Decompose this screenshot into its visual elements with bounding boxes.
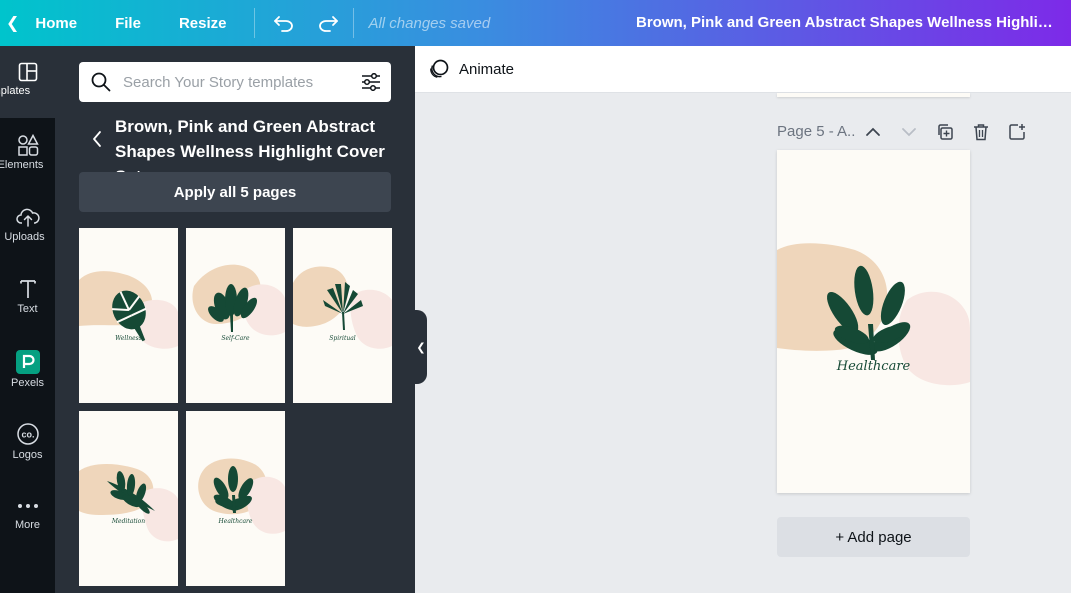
add-page-button[interactable]: + Add page xyxy=(777,517,970,557)
template-thumbnail-4[interactable]: Meditation xyxy=(79,411,178,586)
side-rail: Templates Elements Uploads Text Pexels c… xyxy=(0,46,55,593)
context-toolbar: Animate xyxy=(415,46,1071,93)
rail-label-uploads: Uploads xyxy=(4,231,45,243)
template-thumbnail-1[interactable]: Wellness xyxy=(79,228,178,403)
rail-label-logos: Logos xyxy=(12,449,43,461)
rail-label-templates: Templates xyxy=(0,85,31,97)
thumbnail-caption: Self-Care xyxy=(221,335,250,342)
filter-sliders-icon xyxy=(362,73,380,91)
duplicate-page-button[interactable] xyxy=(933,121,957,143)
home-button[interactable]: ❮ Home xyxy=(0,0,91,46)
design-page[interactable]: Healthcare xyxy=(777,150,970,493)
toolbar-divider xyxy=(254,8,256,38)
search-icon xyxy=(79,72,123,92)
redo-button[interactable] xyxy=(311,0,345,46)
rail-item-text[interactable]: Text xyxy=(0,278,55,342)
move-page-up-button[interactable] xyxy=(861,121,885,143)
toolbar-divider xyxy=(353,8,355,38)
collapse-panel-button[interactable]: ❮ xyxy=(415,310,427,384)
undo-icon xyxy=(274,16,294,32)
redo-icon xyxy=(319,16,339,32)
rail-label-more: More xyxy=(14,519,41,531)
pexels-icon xyxy=(15,350,40,374)
thumbnail-caption: Meditation xyxy=(111,518,146,525)
rail-item-templates[interactable]: Templates xyxy=(0,46,55,118)
logos-icon: co. xyxy=(16,423,39,445)
rail-label-elements: Elements xyxy=(0,159,44,171)
apply-all-pages-button[interactable]: Apply all 5 pages xyxy=(79,172,391,212)
design-title[interactable]: Brown, Pink and Green Abstract Shapes We… xyxy=(636,0,1056,46)
undo-button[interactable] xyxy=(267,0,301,46)
template-search-input[interactable] xyxy=(123,73,351,91)
thumbnail-caption: Spiritual xyxy=(329,335,356,342)
top-bar: ❮ Home File Resize All changes saved Bro… xyxy=(0,0,1071,46)
template-thumbnail-2[interactable]: Self-Care xyxy=(186,228,285,403)
trash-icon xyxy=(974,124,988,141)
delete-page-button[interactable] xyxy=(969,121,993,143)
elements-icon xyxy=(17,134,39,156)
template-thumbnail-3[interactable]: Spiritual xyxy=(293,228,392,403)
previous-page-edge[interactable] xyxy=(777,93,970,97)
rail-label-text: Text xyxy=(17,303,38,315)
rail-item-uploads[interactable]: Uploads xyxy=(0,206,55,270)
chevron-left-icon: ❮ xyxy=(6,15,20,32)
rail-item-elements[interactable]: Elements xyxy=(0,134,55,198)
more-icon xyxy=(17,504,38,508)
text-icon xyxy=(19,280,36,298)
add-page-after-button[interactable] xyxy=(1005,121,1029,143)
template-search-box[interactable] xyxy=(79,62,391,102)
svg-text:co.: co. xyxy=(21,430,34,440)
healthcare-cover-art xyxy=(198,458,285,534)
wellness-cover-art xyxy=(79,271,178,349)
uploads-icon xyxy=(15,208,40,227)
duplicate-icon xyxy=(938,124,953,140)
chevron-up-icon xyxy=(866,127,880,136)
templates-panel: Brown, Pink and Green Abstract Shapes We… xyxy=(55,46,415,593)
animate-button[interactable]: Animate xyxy=(429,59,514,79)
chevron-left-icon xyxy=(93,131,101,147)
page-label[interactable]: Page 5 - A.. xyxy=(777,123,855,140)
template-thumbnail-5[interactable]: Healthcare xyxy=(186,411,285,586)
save-status: All changes saved xyxy=(368,14,491,32)
templates-icon xyxy=(18,62,37,82)
self-care-cover-art xyxy=(192,264,285,336)
chevron-down-icon xyxy=(902,128,916,137)
thumbnail-caption: Healthcare xyxy=(218,518,253,525)
rail-item-logos[interactable]: co. Logos xyxy=(0,422,55,486)
home-label: Home xyxy=(35,14,78,32)
add-page-icon xyxy=(1009,124,1025,140)
chevron-left-icon: ❮ xyxy=(416,341,426,354)
rail-item-more[interactable]: More xyxy=(0,496,55,560)
filter-button[interactable] xyxy=(351,73,391,91)
thumbnail-caption: Wellness xyxy=(115,335,142,342)
move-page-down-button[interactable] xyxy=(897,121,921,143)
resize-button[interactable]: Resize xyxy=(167,0,249,46)
meditation-cover-art xyxy=(79,464,178,542)
rail-item-pexels[interactable]: Pexels xyxy=(0,350,55,414)
animate-icon xyxy=(430,59,449,78)
animate-label: Animate xyxy=(459,60,515,78)
spiritual-cover-art xyxy=(293,266,392,349)
page-caption: Healthcare xyxy=(836,359,911,374)
healthcare-page-art xyxy=(777,243,970,386)
rail-label-pexels: Pexels xyxy=(10,377,45,389)
back-button[interactable] xyxy=(89,128,105,150)
file-menu-button[interactable]: File xyxy=(91,0,167,46)
